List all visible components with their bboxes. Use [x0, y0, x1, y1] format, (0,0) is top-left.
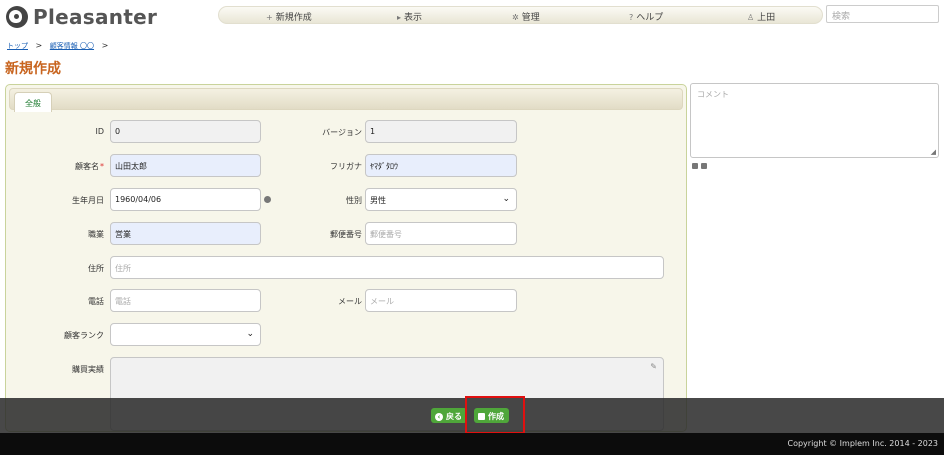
comment-placeholder: コメント — [697, 90, 729, 99]
logo-text: Pleasanter — [33, 5, 158, 29]
gear-icon: ✲ — [512, 13, 519, 22]
user-icon: ♙ — [747, 13, 755, 22]
nav-help[interactable]: ? ヘルプ — [629, 10, 663, 23]
occupation-label: 職業 — [88, 230, 104, 239]
nav-user-label: 上田 — [757, 13, 776, 23]
customer-name-label: 顧客名* — [75, 161, 104, 172]
tab-bar: 全般 — [9, 88, 683, 112]
customer-name-field[interactable]: 山田太郎 — [110, 154, 261, 177]
pencil-icon[interactable]: ✎ — [650, 362, 657, 371]
logo[interactable]: Pleasanter — [6, 5, 157, 29]
attachment-icon[interactable] — [701, 163, 707, 169]
tab-general[interactable]: 全般 — [14, 92, 52, 112]
resize-handle-icon[interactable]: ◢ — [931, 148, 936, 156]
gender-label: 性別 — [346, 196, 362, 205]
phone-label: 電話 — [88, 297, 104, 306]
comment-input[interactable]: コメント ◢ — [690, 83, 939, 158]
birthdate-label: 生年月日 — [72, 196, 104, 205]
nav-view-label: 表示 — [404, 13, 423, 23]
postal-label: 郵便番号 — [330, 230, 362, 239]
mail-label: メール — [338, 297, 362, 306]
header: Pleasanter + 新規作成 ▸ 表示 ✲ 管理 ? ヘルプ ♙ 上田 検索 — [0, 0, 944, 34]
version-label: バージョン — [322, 128, 362, 137]
breadcrumb-separator: > — [101, 41, 109, 50]
version-field: 1 — [365, 120, 517, 143]
id-label: ID — [95, 127, 104, 136]
rank-select[interactable]: ⌄ — [110, 323, 261, 346]
nav-manage[interactable]: ✲ 管理 — [512, 10, 540, 23]
editor-panel: 全般 ID 0 バージョン 1 顧客名* 山田太郎 フリガナ ﾔﾏﾀﾞﾀﾛｳ 生… — [5, 84, 687, 432]
play-icon: ▸ — [397, 13, 402, 22]
address-label: 住所 — [88, 264, 104, 273]
back-arrow-icon: ‹ — [435, 412, 443, 421]
furigana-field[interactable]: ﾔﾏﾀﾞﾀﾛｳ — [365, 154, 517, 177]
nav-view[interactable]: ▸ 表示 — [397, 10, 422, 23]
nav-manage-label: 管理 — [521, 13, 540, 23]
purchase-label: 購買実績 — [72, 365, 104, 374]
plus-icon: + — [266, 13, 273, 22]
chevron-down-icon: ⌄ — [502, 194, 510, 204]
breadcrumb-site[interactable]: 顧客情報 〇〇 — [50, 42, 94, 50]
back-button[interactable]: ‹ 戻る — [431, 408, 467, 423]
page-title: 新規作成 — [5, 61, 61, 77]
logo-icon — [6, 6, 28, 28]
furigana-label: フリガナ — [330, 162, 362, 171]
breadcrumb-top[interactable]: トップ — [7, 42, 28, 50]
birthdate-field[interactable]: 1960/04/06 — [110, 188, 261, 211]
breadcrumb-separator: > — [35, 41, 43, 50]
copyright-text: Copyright © Implem Inc. 2014 - 2023 — [787, 439, 939, 448]
gender-value: 男性 — [370, 196, 386, 205]
occupation-field[interactable]: 営業 — [110, 222, 261, 245]
breadcrumb: トップ > 顧客情報 〇〇 > — [7, 41, 113, 51]
nav-new[interactable]: + 新規作成 — [266, 10, 312, 23]
phone-field[interactable]: 電話 — [110, 289, 261, 312]
search-input[interactable]: 検索 — [826, 5, 939, 23]
back-button-label: 戻る — [446, 412, 462, 421]
help-icon: ? — [629, 13, 634, 22]
rank-label: 顧客ランク — [64, 331, 104, 340]
footer: Copyright © Implem Inc. 2014 - 2023 — [0, 433, 944, 455]
address-field[interactable]: 住所 — [110, 256, 664, 279]
highlight-box — [465, 396, 525, 434]
mail-field[interactable]: メール — [365, 289, 517, 312]
gender-select[interactable]: 男性 ⌄ — [365, 188, 517, 211]
chevron-down-icon: ⌄ — [246, 329, 254, 339]
required-mark: * — [100, 162, 104, 171]
postal-field[interactable]: 郵便番号 — [365, 222, 517, 245]
clock-icon[interactable] — [264, 196, 271, 203]
customer-name-label-text: 顧客名 — [75, 162, 99, 171]
image-icon[interactable] — [692, 163, 698, 169]
nav-help-label: ヘルプ — [636, 13, 664, 23]
nav-new-label: 新規作成 — [275, 13, 312, 23]
id-field: 0 — [110, 120, 261, 143]
nav-user[interactable]: ♙ 上田 — [747, 10, 775, 23]
navbar: + 新規作成 ▸ 表示 ✲ 管理 ? ヘルプ ♙ 上田 — [218, 6, 823, 24]
